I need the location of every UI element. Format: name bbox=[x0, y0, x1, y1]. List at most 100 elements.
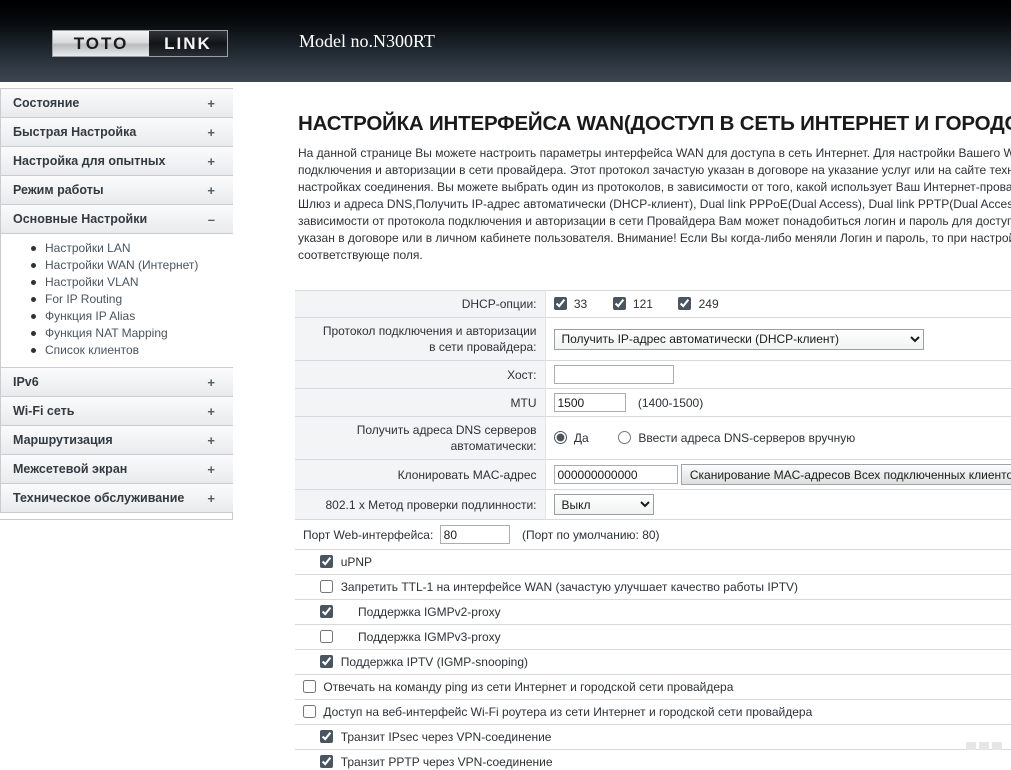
sidebar-item-label: IPv6 bbox=[13, 375, 39, 389]
checkbox-remote-web-access-label: Доступ на веб-интерфейс Wi-Fi роутера из… bbox=[323, 705, 812, 719]
protocol-label-line2: в сети провайдера: bbox=[295, 339, 537, 355]
sidebar-submenu-basic-settings: Настройки LAN Настройки WAN (Интернет) Н… bbox=[0, 234, 233, 368]
sidebar-item-wifi-network[interactable]: Wi-Fi сеть + bbox=[0, 397, 233, 426]
sidebar-subitem-ip-routing[interactable]: For IP Routing bbox=[31, 291, 233, 308]
checkbox-igmpv3-proxy-input[interactable] bbox=[320, 630, 333, 643]
checkbox-iptv-snooping[interactable]: Поддержка IPTV (IGMP-snooping) bbox=[303, 655, 528, 669]
sidebar-item-advanced-setup[interactable]: Настройка для опытных + bbox=[0, 147, 233, 176]
form-row-checkbox-ipsec: Транзит IPsec через VPN-соединение bbox=[295, 725, 1011, 750]
web-port-input[interactable] bbox=[440, 525, 510, 544]
checkbox-respond-ping[interactable]: Отвечать на команду ping из сети Интерне… bbox=[303, 680, 733, 694]
checkbox-ipsec-passthrough[interactable]: Транзит IPsec через VPN-соединение bbox=[303, 730, 551, 744]
sidebar-item-status[interactable]: Состояние + bbox=[0, 89, 233, 118]
checkbox-respond-ping-label: Отвечать на команду ping из сети Интерне… bbox=[323, 680, 733, 694]
page-title: НАСТРОЙКА ИНТЕРФЕЙСА WAN(ДОСТУП В СЕТЬ И… bbox=[298, 112, 1011, 136]
form-row-checkbox-upnp: uPNP bbox=[295, 550, 1011, 575]
footer-decoration bbox=[966, 742, 1002, 750]
checkbox-cell: Запретить TTL-1 на интерфейсе WAN (зачас… bbox=[295, 575, 1011, 600]
form-row-checkbox-pptp: Транзит PPTP через VPN-соединение bbox=[295, 750, 1011, 770]
sidebar-item-ipv6[interactable]: IPv6 + bbox=[0, 368, 233, 397]
logo-toto-text: TOTO bbox=[74, 34, 129, 54]
dns-value: Да Ввести адреса DNS-серверов вручную bbox=[545, 417, 1011, 460]
expand-plus-icon: + bbox=[207, 484, 215, 513]
sidebar-item-label: Быстрая Настройка bbox=[13, 125, 136, 139]
sidebar-item-label: Маршрутизация bbox=[13, 433, 113, 447]
dhcp-options-label: DHCP-опции: bbox=[295, 291, 545, 318]
checkbox-iptv-snooping-label: Поддержка IPTV (IGMP-snooping) bbox=[341, 655, 528, 669]
page-description: На данной странице Вы можете настроить п… bbox=[298, 145, 1011, 264]
sidebar-subitem-lan-settings[interactable]: Настройки LAN bbox=[31, 240, 233, 257]
form-row-checkbox-iptv: Поддержка IPTV (IGMP-snooping) bbox=[295, 650, 1011, 675]
dhcp-option-121-checkbox[interactable] bbox=[613, 297, 626, 310]
footer-dot bbox=[992, 742, 1002, 750]
checkbox-disable-ttl[interactable]: Запретить TTL-1 на интерфейсе WAN (зачас… bbox=[303, 580, 798, 594]
dns-manual-radio[interactable] bbox=[618, 431, 631, 444]
logo-link-text: LINK bbox=[164, 34, 212, 54]
checkbox-igmpv2-proxy-input[interactable] bbox=[320, 605, 333, 618]
form-row-checkbox-ttl: Запретить TTL-1 на интерфейсе WAN (зачас… bbox=[295, 575, 1011, 600]
sidebar-item-firewall[interactable]: Межсетевой экран + bbox=[0, 455, 233, 484]
dhcp-option-33-checkbox[interactable] bbox=[554, 297, 567, 310]
checkbox-cell: Поддержка IPTV (IGMP-snooping) bbox=[295, 650, 1011, 675]
auth-8021x-label: 802.1 x Метод проверки подлинности: bbox=[295, 490, 545, 520]
checkbox-igmpv3-proxy-label: Поддержка IGMPv3-proxy bbox=[358, 630, 501, 644]
sidebar-item-basic-settings[interactable]: Основные Настройки – bbox=[0, 205, 233, 234]
sidebar-subitem-vlan-settings[interactable]: Настройки VLAN bbox=[31, 274, 233, 291]
checkbox-ipsec-passthrough-input[interactable] bbox=[320, 730, 333, 743]
page-header: TOTO LINK Model no.N300RT bbox=[0, 0, 1011, 82]
host-input[interactable] bbox=[554, 365, 674, 384]
sidebar-item-label: Настройка для опытных bbox=[13, 154, 166, 168]
checkbox-igmpv3-proxy[interactable]: Поддержка IGMPv3-proxy bbox=[303, 630, 501, 644]
checkbox-pptp-passthrough[interactable]: Транзит PPTP через VPN-соединение bbox=[303, 755, 553, 769]
sidebar-item-operation-mode[interactable]: Режим работы + bbox=[0, 176, 233, 205]
sidebar-item-label: Основные Настройки bbox=[13, 212, 147, 226]
sidebar-item-maintenance[interactable]: Техническое обслуживание + bbox=[0, 484, 233, 513]
dns-manual-option[interactable]: Ввести адреса DNS-серверов вручную bbox=[618, 431, 855, 445]
protocol-value: Получить IP-адрес автоматически (DHCP-кл… bbox=[545, 318, 1011, 361]
sidebar-item-routing[interactable]: Маршрутизация + bbox=[0, 426, 233, 455]
checkbox-iptv-snooping-input[interactable] bbox=[320, 655, 333, 668]
dhcp-option-121-label: 121 bbox=[633, 297, 653, 311]
checkbox-pptp-passthrough-input[interactable] bbox=[320, 755, 333, 768]
sidebar-subitem-ip-alias[interactable]: Функция IP Alias bbox=[31, 308, 233, 325]
scan-mac-addresses-button[interactable]: Сканирование MAC-адресов Всех подключенн… bbox=[681, 464, 1011, 485]
mac-clone-input[interactable] bbox=[554, 465, 678, 484]
sidebar-item-quick-setup[interactable]: Быстрая Настройка + bbox=[0, 118, 233, 147]
form-row-checkbox-remote-access: Доступ на веб-интерфейс Wi-Fi роутера из… bbox=[295, 700, 1011, 725]
dns-auto-option[interactable]: Да bbox=[554, 431, 593, 445]
dhcp-option-249[interactable]: 249 bbox=[678, 297, 718, 311]
checkbox-remote-web-access-input[interactable] bbox=[303, 705, 316, 718]
dhcp-option-33-label: 33 bbox=[574, 297, 587, 311]
form-row-mac-clone: Клонировать MAC-адрес Сканирование MAC-а… bbox=[295, 460, 1011, 490]
protocol-label-line1: Протокол подключения и авторизации bbox=[295, 323, 537, 339]
checkbox-igmpv2-proxy[interactable]: Поддержка IGMPv2-proxy bbox=[303, 605, 501, 619]
wan-settings-form: DHCP-опции: 33 121 249 bbox=[295, 290, 1011, 770]
checkbox-upnp-input[interactable] bbox=[320, 555, 333, 568]
form-row-dns: Получить адреса DNS серверов автоматичес… bbox=[295, 417, 1011, 460]
dns-manual-label: Ввести адреса DNS-серверов вручную bbox=[638, 431, 855, 445]
form-row-host: Хост: bbox=[295, 361, 1011, 389]
sidebar-subitem-wan-settings[interactable]: Настройки WAN (Интернет) bbox=[31, 257, 233, 274]
sidebar-subitem-client-list[interactable]: Список клиентов bbox=[31, 342, 233, 359]
checkbox-disable-ttl-input[interactable] bbox=[320, 580, 333, 593]
mtu-input[interactable] bbox=[554, 393, 626, 412]
form-row-checkbox-ping: Отвечать на команду ping из сети Интерне… bbox=[295, 675, 1011, 700]
auth-8021x-value: Выкл bbox=[545, 490, 1011, 520]
checkbox-upnp[interactable]: uPNP bbox=[303, 555, 372, 569]
checkbox-remote-web-access[interactable]: Доступ на веб-интерфейс Wi-Fi роутера из… bbox=[303, 705, 812, 719]
protocol-select[interactable]: Получить IP-адрес автоматически (DHCP-кл… bbox=[554, 329, 924, 350]
dns-auto-radio[interactable] bbox=[554, 431, 567, 444]
dhcp-option-249-checkbox[interactable] bbox=[678, 297, 691, 310]
checkbox-respond-ping-input[interactable] bbox=[303, 680, 316, 693]
dhcp-option-121[interactable]: 121 bbox=[613, 297, 657, 311]
mtu-hint: (1400-1500) bbox=[638, 396, 703, 410]
checkbox-cell: uPNP bbox=[295, 550, 1011, 575]
checkbox-upnp-label: uPNP bbox=[341, 555, 372, 569]
mac-clone-label: Клонировать MAC-адрес bbox=[295, 460, 545, 490]
dhcp-option-33[interactable]: 33 bbox=[554, 297, 591, 311]
auth-8021x-select[interactable]: Выкл bbox=[554, 494, 654, 515]
sidebar-subitem-nat-mapping[interactable]: Функция NAT Mapping bbox=[31, 325, 233, 342]
dns-auto-label: Да bbox=[574, 431, 589, 445]
checkbox-ipsec-passthrough-label: Транзит IPsec через VPN-соединение bbox=[341, 730, 552, 744]
logo-link-part: LINK bbox=[149, 31, 227, 56]
